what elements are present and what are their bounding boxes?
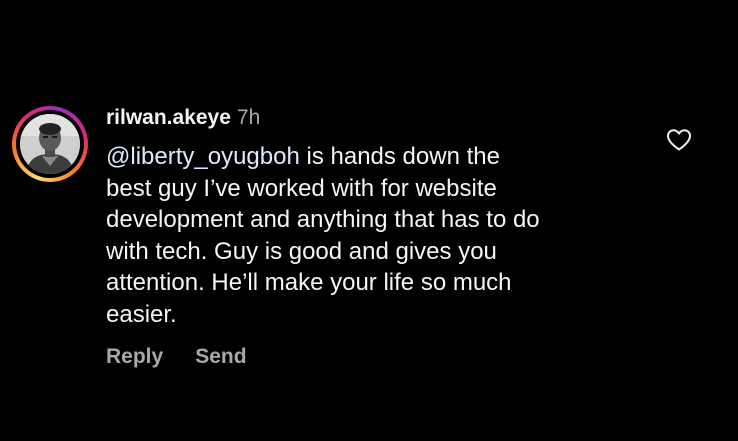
comment-line: attention. He’ll make your life so much bbox=[106, 269, 512, 296]
heart-icon[interactable] bbox=[666, 128, 692, 152]
comment-line: best guy I’ve worked with for website bbox=[106, 174, 497, 202]
comment-line: development and anything that has to do bbox=[106, 206, 540, 233]
reply-button[interactable]: Reply bbox=[106, 343, 163, 371]
comment-header: rilwan.akeye 7h bbox=[106, 104, 260, 132]
avatar[interactable] bbox=[20, 114, 80, 174]
comment-actions: Reply Send bbox=[106, 343, 247, 371]
avatar-frame bbox=[16, 110, 84, 178]
comment-line-text: is hands down the bbox=[299, 143, 500, 170]
comment: rilwan.akeye 7h @liberty_oyugboh is hands… bbox=[0, 0, 738, 441]
send-button[interactable]: Send bbox=[195, 343, 246, 371]
comment-line: @liberty_oyugboh is hands down the bbox=[106, 141, 646, 173]
heart-icon-shape bbox=[667, 129, 691, 151]
mention-link[interactable]: @liberty_oyugboh bbox=[106, 143, 300, 170]
timestamp: 7h bbox=[236, 106, 261, 129]
comment-line: easier. bbox=[106, 300, 177, 328]
username[interactable]: rilwan.akeye bbox=[106, 106, 231, 129]
comment-line: with tech. Guy is good and gives you bbox=[106, 237, 497, 265]
story-ring[interactable] bbox=[12, 106, 88, 182]
avatar-image bbox=[20, 114, 80, 174]
comment-text: @liberty_oyugboh is hands down the best … bbox=[106, 141, 646, 330]
